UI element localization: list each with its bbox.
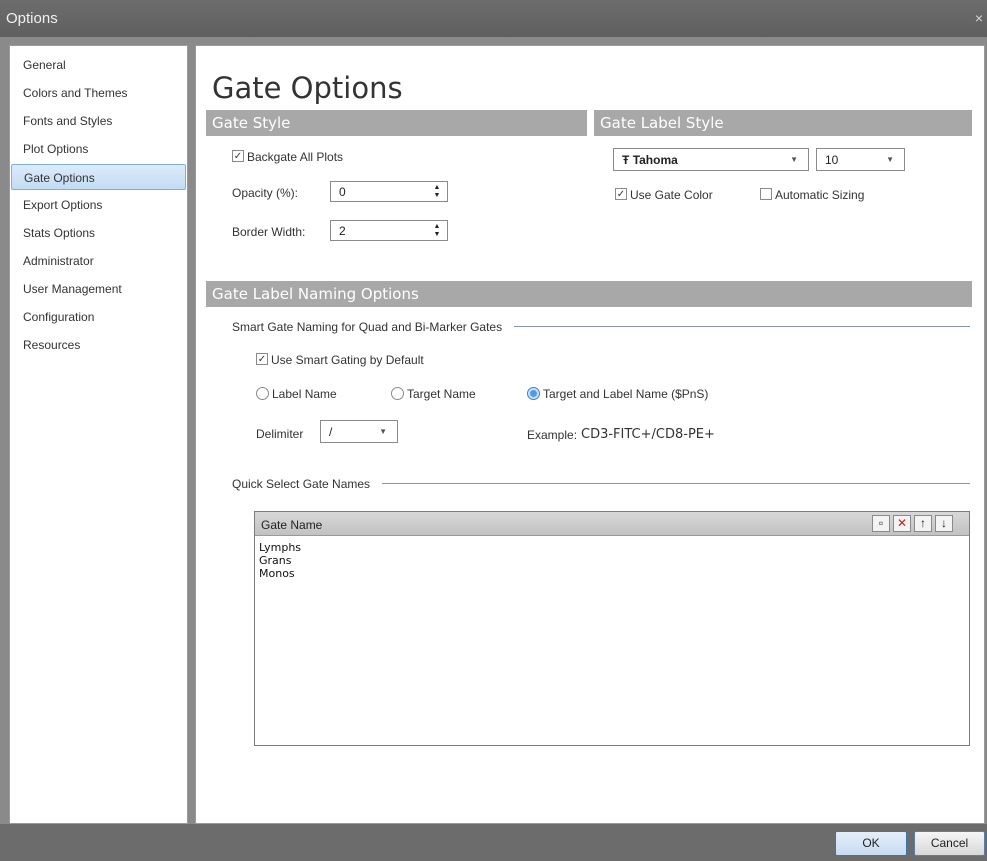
group-divider — [382, 483, 970, 484]
radio-label-name[interactable] — [256, 387, 269, 400]
font-size-value: 10 — [825, 153, 839, 167]
chevron-down-icon[interactable]: ▼ — [790, 155, 798, 164]
example-label: Example: — [527, 428, 578, 442]
move-down-icon[interactable]: ↓ — [935, 515, 953, 532]
automatic-sizing-checkbox[interactable] — [760, 188, 772, 200]
spin-down-icon[interactable]: ▼ — [433, 231, 441, 239]
radio-target-and-label[interactable] — [527, 387, 540, 400]
options-sidebar: General Colors and Themes Fonts and Styl… — [9, 45, 188, 824]
radio-target-and-label-text: Target and Label Name ($PnS) — [543, 387, 709, 401]
font-family-value: Ŧ Tahoma — [622, 153, 678, 167]
delete-icon[interactable]: ✕ — [893, 515, 911, 532]
use-gate-color-checkbox[interactable]: ✓ — [615, 188, 627, 200]
delimiter-label: Delimiter — [256, 427, 304, 441]
gate-names-grid: Gate Name ▫ ✕ ↑ ↓ Lymphs Grans Monos — [254, 511, 970, 746]
sidebar-item-resources[interactable]: Resources — [11, 332, 186, 358]
border-width-label: Border Width: — [232, 225, 306, 239]
gate-label-style-header: Gate Label Style — [594, 110, 972, 136]
quick-select-group-label: Quick Select Gate Names — [232, 477, 371, 491]
backgate-checkbox[interactable]: ✓ — [232, 150, 244, 162]
font-family-dropdown[interactable]: Ŧ Tahoma ▼ — [613, 148, 809, 171]
sidebar-item-administrator[interactable]: Administrator — [11, 248, 186, 274]
sidebar-item-general[interactable]: General — [11, 52, 186, 78]
radio-target-name[interactable] — [391, 387, 404, 400]
ok-button[interactable]: OK — [835, 831, 907, 856]
chevron-down-icon[interactable]: ▼ — [379, 427, 387, 436]
delimiter-dropdown[interactable]: / ▼ — [320, 420, 398, 443]
backgate-label: Backgate All Plots — [247, 150, 344, 164]
border-width-value: 2 — [339, 224, 346, 238]
sidebar-item-configuration[interactable]: Configuration — [11, 304, 186, 330]
gate-name-column-header[interactable]: Gate Name — [261, 518, 322, 532]
grid-header: Gate Name ▫ ✕ ↑ ↓ — [255, 512, 969, 536]
chevron-down-icon[interactable]: ▼ — [886, 155, 894, 164]
spin-up-icon[interactable]: ▲ — [433, 223, 441, 231]
list-item[interactable]: Grans — [259, 554, 301, 567]
sidebar-item-fonts-and-styles[interactable]: Fonts and Styles — [11, 108, 186, 134]
gate-style-header: Gate Style — [206, 110, 587, 136]
smart-gating-default-label: Use Smart Gating by Default — [271, 353, 424, 367]
spin-down-icon[interactable]: ▼ — [433, 192, 441, 200]
opacity-label: Opacity (%): — [232, 186, 299, 200]
border-width-spinner[interactable]: 2 ▲ ▼ — [330, 220, 448, 241]
cancel-button[interactable]: Cancel — [914, 831, 985, 856]
sidebar-item-export-options[interactable]: Export Options — [11, 192, 186, 218]
sidebar-item-colors-and-themes[interactable]: Colors and Themes — [11, 80, 186, 106]
font-family-text: Tahoma — [632, 153, 678, 167]
delimiter-value: / — [329, 425, 333, 439]
smart-naming-group-label: Smart Gate Naming for Quad and Bi-Marker… — [232, 320, 503, 334]
radio-label-name-text: Label Name — [272, 387, 337, 401]
spin-up-icon[interactable]: ▲ — [433, 184, 441, 192]
move-up-icon[interactable]: ↑ — [914, 515, 932, 532]
font-icon: Ŧ — [622, 153, 630, 167]
window-titlebar: Options × — [0, 0, 987, 37]
group-divider — [514, 326, 970, 327]
list-item[interactable]: Lymphs — [259, 541, 301, 554]
sidebar-item-stats-options[interactable]: Stats Options — [11, 220, 186, 246]
sidebar-item-gate-options[interactable]: Gate Options — [11, 164, 186, 190]
font-size-dropdown[interactable]: 10 ▼ — [816, 148, 905, 171]
close-icon[interactable]: × — [975, 10, 983, 26]
opacity-value: 0 — [339, 185, 346, 199]
sidebar-item-user-management[interactable]: User Management — [11, 276, 186, 302]
grid-rows: Lymphs Grans Monos — [259, 541, 301, 580]
radio-target-name-text: Target Name — [407, 387, 476, 401]
opacity-spinner[interactable]: 0 ▲ ▼ — [330, 181, 448, 202]
gate-label-naming-header: Gate Label Naming Options — [206, 281, 972, 307]
sidebar-item-plot-options[interactable]: Plot Options — [11, 136, 186, 162]
page-title: Gate Options — [212, 71, 403, 105]
example-value: CD3-FITC+/CD8-PE+ — [581, 427, 715, 442]
use-gate-color-label: Use Gate Color — [630, 188, 713, 202]
new-icon[interactable]: ▫ — [872, 515, 890, 532]
smart-gating-default-checkbox[interactable]: ✓ — [256, 353, 268, 365]
list-item[interactable]: Monos — [259, 567, 301, 580]
window-title: Options — [6, 10, 58, 27]
automatic-sizing-label: Automatic Sizing — [775, 188, 865, 202]
